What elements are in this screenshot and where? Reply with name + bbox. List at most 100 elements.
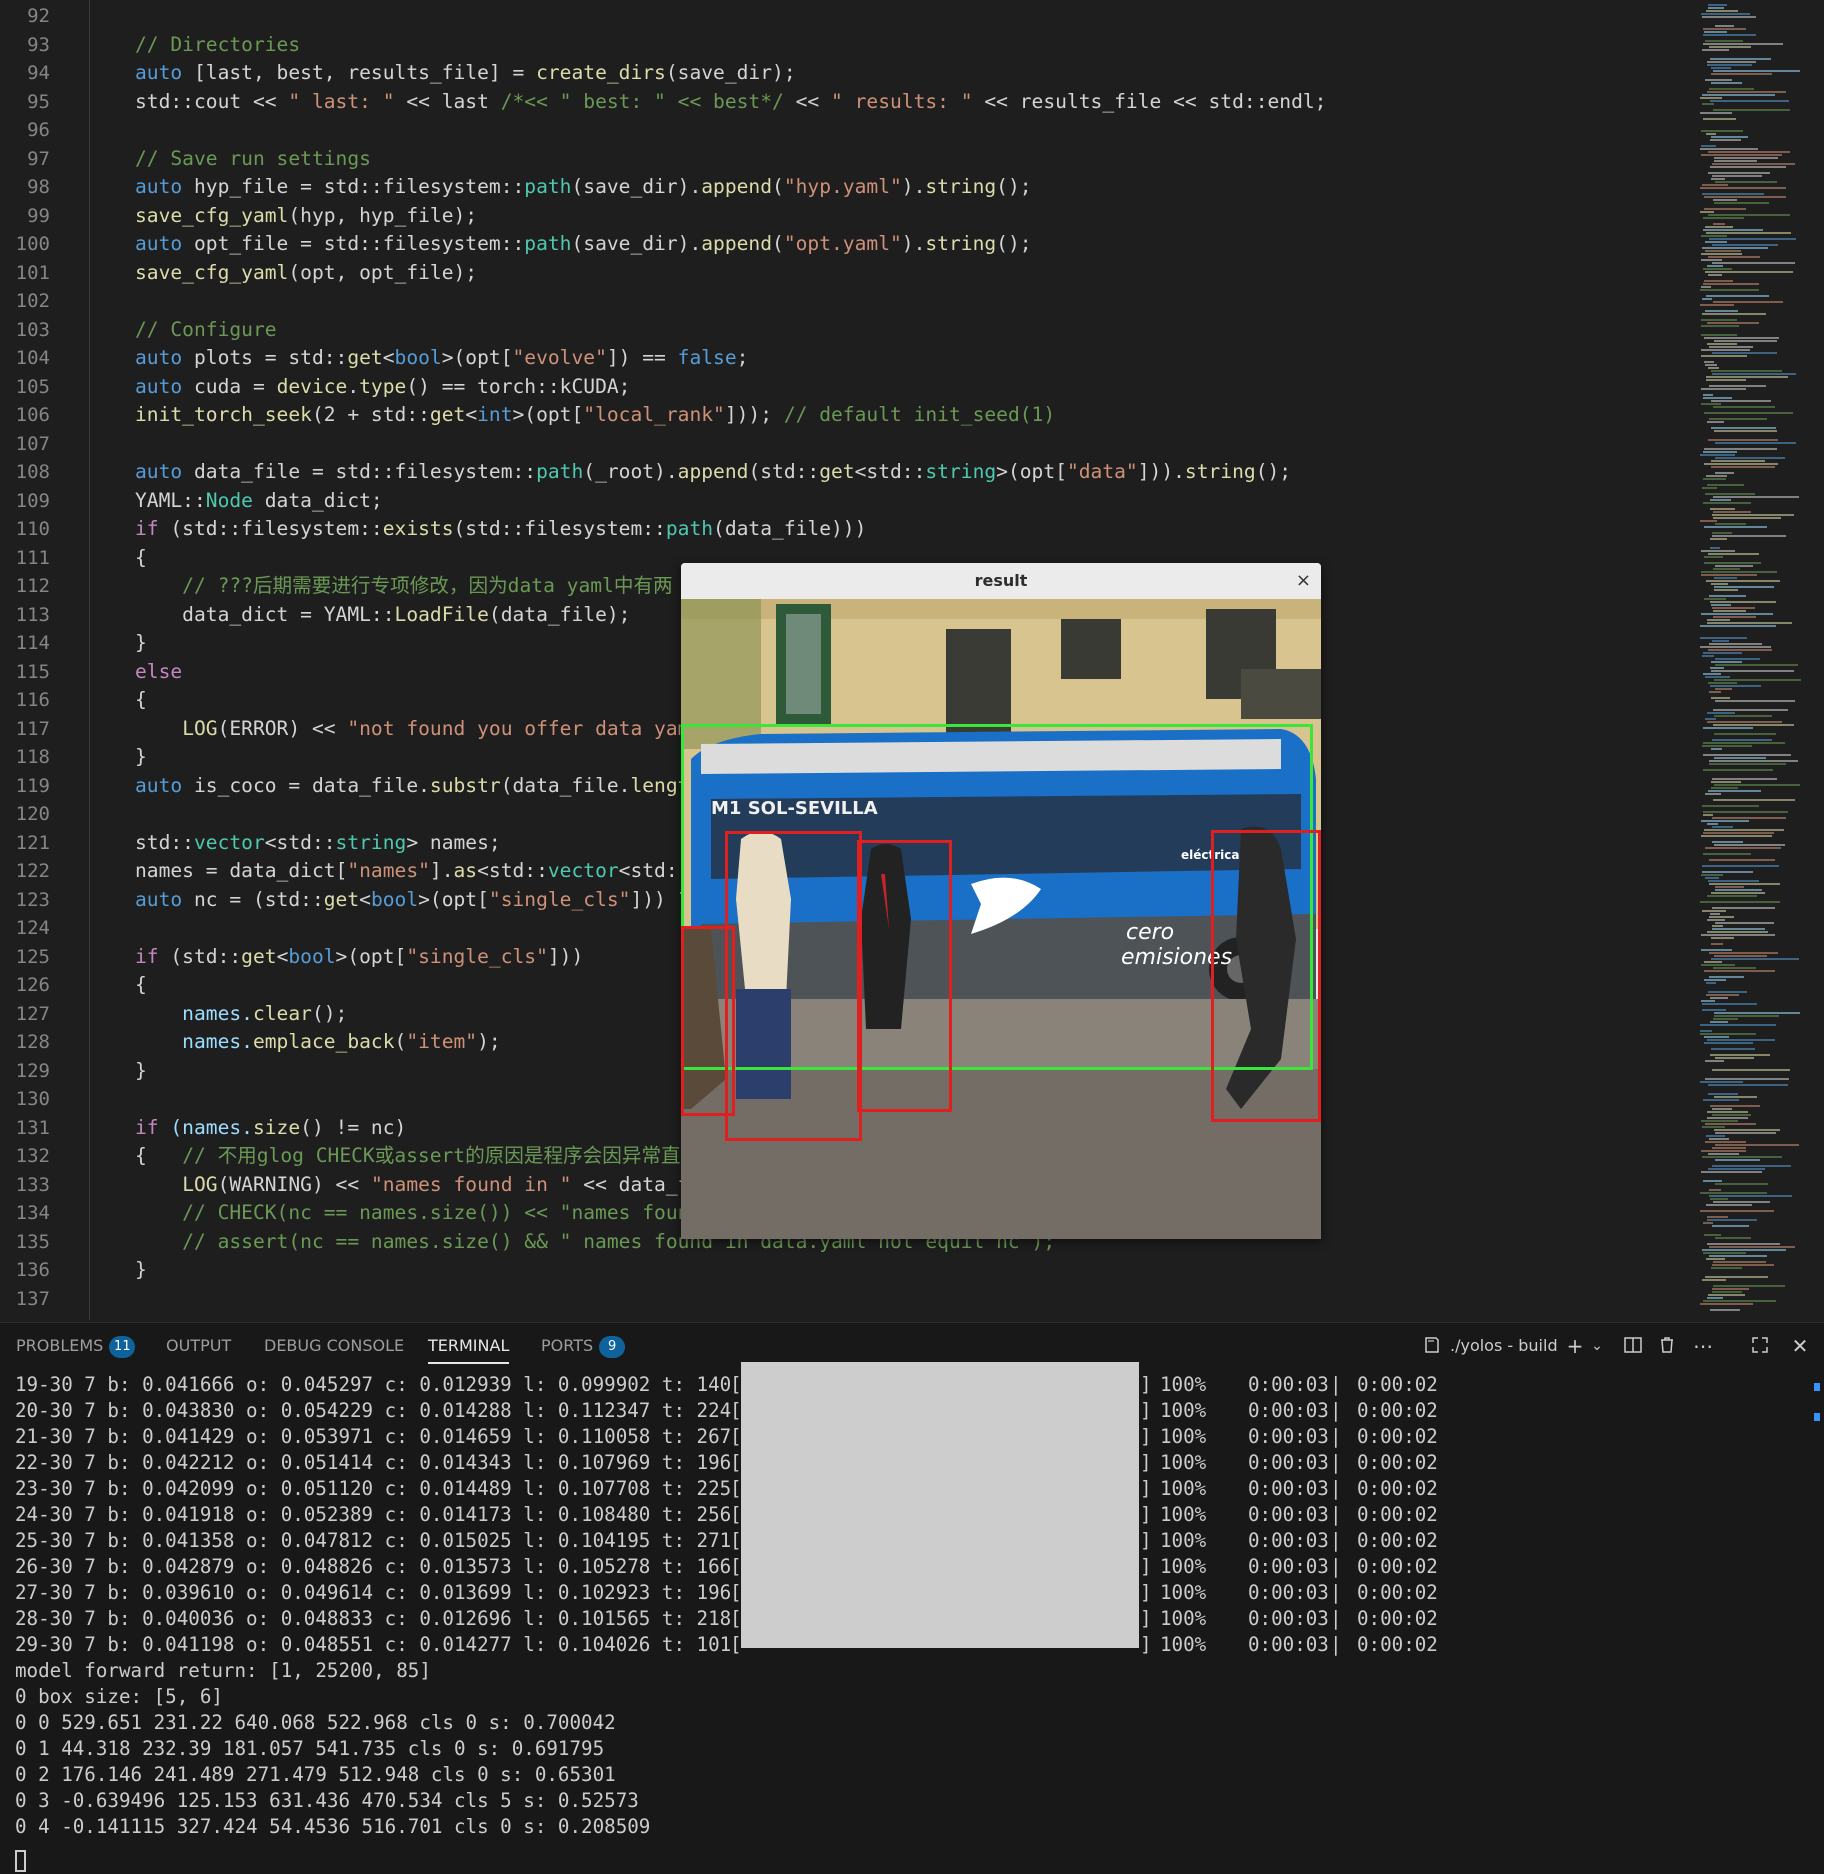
code-line[interactable]: names = data_dict["names"].as<std::vecto…	[135, 857, 701, 886]
tab-terminal[interactable]: TERMINAL	[428, 1323, 510, 1369]
maximize-icon[interactable]	[1747, 1335, 1773, 1357]
minimap-line	[1707, 421, 1724, 423]
code-line[interactable]: { // 不用glog CHECK或assert的原因是程序会因异常直	[135, 1142, 681, 1171]
code-line[interactable]: names.emplace_back("item");	[135, 1028, 501, 1057]
minimap-line	[1712, 607, 1755, 609]
tab-output[interactable]: OUTPUT	[166, 1323, 231, 1369]
progress-separator: |	[1330, 1399, 1342, 1422]
progress-remaining: 0:00:02	[1357, 1529, 1438, 1552]
code-token: YAML::	[135, 488, 206, 512]
minimap-line	[1710, 1309, 1740, 1311]
code-line[interactable]: }	[135, 629, 147, 658]
minimap-line	[1704, 1036, 1729, 1038]
trash-icon[interactable]	[1654, 1335, 1680, 1357]
detection-image: M1 SOL-SEVILLA cero emisiones eléctricaE…	[681, 599, 1321, 1239]
minimap-line	[1700, 1024, 1776, 1026]
tab-label: PORTS	[541, 1336, 594, 1355]
code-line[interactable]: if (std::get<bool>(opt["single_cls"]))	[135, 943, 583, 972]
training-log-line: 21-30 7 b: 0.041429 o: 0.053971 c: 0.014…	[15, 1425, 732, 1448]
add-icon[interactable]: +	[1563, 1335, 1587, 1357]
minimap-line	[1707, 484, 1744, 486]
terminal-output-line: model forward return: [1, 25200, 85]	[15, 1659, 431, 1682]
code-line[interactable]: if (std::filesystem::exists(std::filesys…	[135, 515, 866, 544]
code-line[interactable]: auto nc = (std::get<bool>(opt["single_cl…	[135, 886, 689, 915]
minimap-line	[1713, 799, 1795, 801]
window-close-button[interactable]: ×	[1296, 563, 1311, 599]
code-line[interactable]: // Directories	[135, 31, 300, 60]
training-log-line: 23-30 7 b: 0.042099 o: 0.051120 c: 0.014…	[15, 1477, 732, 1500]
problems-badge: 11	[109, 1335, 136, 1358]
code-line[interactable]: // ???后期需要进行专项修改，因为data yaml中有两	[135, 572, 672, 601]
code-line[interactable]: // Save run settings	[135, 145, 371, 174]
minimap-line	[1702, 193, 1764, 195]
code-line[interactable]: {	[135, 971, 147, 1000]
code-line[interactable]: YAML::Node data_dict;	[135, 487, 383, 516]
code-line[interactable]: }	[135, 743, 147, 772]
minimap-line	[1713, 109, 1790, 111]
minimap-line	[1703, 217, 1744, 219]
code-line[interactable]: init_torch_seek(2 + std::get<int>(opt["l…	[135, 401, 1055, 430]
minimap-line	[1710, 601, 1776, 603]
code-token: get	[819, 460, 855, 483]
tab-ports[interactable]: PORTS 9	[541, 1323, 626, 1369]
minimap[interactable]	[1700, 0, 1816, 1320]
tab-debug-console[interactable]: DEBUG CONSOLE	[264, 1323, 404, 1369]
progress-bracket: ]	[1140, 1503, 1152, 1526]
window-title[interactable]: result	[681, 563, 1321, 599]
code-line[interactable]: save_cfg_yaml(hyp, hyp_file);	[135, 202, 477, 231]
code-line[interactable]: // Configure	[135, 316, 277, 345]
code-line[interactable]: std::cout << " last: " << last /*<< " be…	[135, 88, 1326, 117]
chevron-down-icon[interactable]: ⌄	[1587, 1335, 1607, 1357]
minimap-line	[1709, 346, 1753, 348]
tab-problems[interactable]: PROBLEMS 11	[16, 1323, 136, 1369]
progress-remaining: 0:00:02	[1357, 1399, 1438, 1422]
progress-bracket: [	[730, 1477, 742, 1500]
minimap-line	[1704, 829, 1784, 831]
code-line[interactable]: auto cuda = device.type() == torch::kCUD…	[135, 373, 630, 402]
line-number: 100	[15, 233, 50, 255]
code-line[interactable]: }	[135, 1057, 147, 1086]
code-line[interactable]: std::vector<std::string> names;	[135, 829, 501, 858]
close-icon[interactable]: ✕	[1787, 1335, 1813, 1357]
code-line[interactable]: {	[135, 544, 147, 573]
code-line[interactable]: auto opt_file = std::filesystem::path(sa…	[135, 230, 1032, 259]
code-token: >(opt[	[418, 887, 489, 911]
code-line[interactable]: {	[135, 686, 147, 715]
minimap-line	[1702, 1156, 1782, 1158]
minimap-line	[1700, 1081, 1743, 1083]
code-line[interactable]: auto data_file = std::filesystem::path(_…	[135, 458, 1291, 487]
code-line[interactable]: else	[135, 658, 182, 687]
code-line[interactable]: auto [last, best, results_file] = create…	[135, 59, 796, 88]
code-line[interactable]: data_dict = YAML::LoadFile(data_file);	[135, 601, 630, 630]
split-icon[interactable]	[1620, 1335, 1646, 1357]
code-token: (save_dir);	[665, 61, 796, 84]
code-line[interactable]: auto is_coco = data_file.substr(data_fil…	[135, 772, 701, 801]
minimap-line	[1713, 1285, 1785, 1287]
minimap-line	[1702, 49, 1729, 51]
code-line[interactable]: auto plots = std::get<bool>(opt["evolve"…	[135, 344, 748, 373]
terminal-output-line: 0 2 176.146 241.489 271.479 512.948 cls …	[15, 1763, 616, 1786]
terminal-cursor	[15, 1850, 26, 1872]
line-number: 125	[15, 945, 50, 968]
terminal-instance-name[interactable]: ./yolos - build	[1450, 1323, 1558, 1369]
code-line[interactable]: }	[135, 1256, 147, 1285]
code-line[interactable]: auto hyp_file = std::filesystem::path(sa…	[135, 173, 1032, 202]
progress-bracket: [	[730, 1451, 742, 1474]
code-line[interactable]: save_cfg_yaml(opt, opt_file);	[135, 259, 477, 288]
code-token: save_cfg_yaml	[135, 260, 289, 284]
minimap-line	[1707, 1111, 1748, 1113]
code-token: auto	[135, 175, 194, 198]
code-line[interactable]: names.clear();	[135, 1000, 347, 1029]
code-token: () == torch::kCUDA;	[406, 374, 631, 398]
minimap-line	[1707, 619, 1730, 621]
line-number: 107	[15, 432, 50, 455]
more-icon[interactable]: ⋯	[1690, 1335, 1716, 1357]
minimap-line	[1701, 949, 1732, 951]
result-window[interactable]: result × M1 SOL-SEVILLA cero emisiones e	[681, 563, 1321, 1239]
code-token: " last: "	[288, 89, 395, 113]
minimap-line	[1713, 709, 1788, 711]
minimap-line	[1712, 1264, 1774, 1266]
code-line[interactable]: LOG(ERROR) << "not found you offer data …	[135, 715, 701, 744]
minimap-line	[1707, 712, 1735, 714]
code-line[interactable]: if (names.size() != nc)	[135, 1114, 406, 1143]
